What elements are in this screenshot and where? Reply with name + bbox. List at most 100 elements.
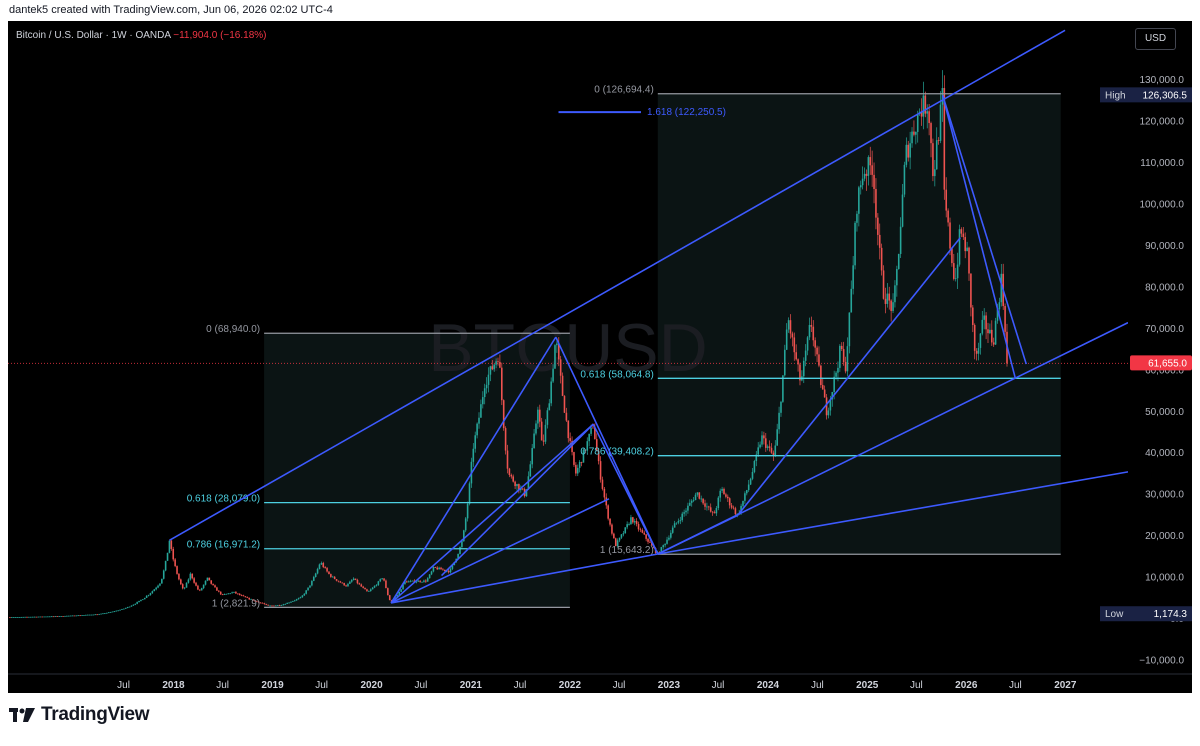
candle-body [111, 611, 114, 613]
candle-body [476, 423, 478, 436]
candle-body [774, 445, 777, 456]
candle-body [953, 263, 955, 279]
candle-body [897, 253, 900, 270]
candle-body [371, 587, 374, 590]
x-tick-label: Jul [315, 680, 328, 691]
candle-body [795, 352, 797, 360]
candle-body [67, 615, 70, 617]
candle-body [934, 169, 936, 177]
candle-body [677, 520, 680, 523]
candle-body [856, 213, 858, 223]
candle-body [18, 617, 21, 618]
candle-body [214, 585, 216, 588]
candle-body [548, 403, 551, 411]
candle-body [850, 288, 853, 313]
candle-body [563, 395, 566, 413]
chart-frame[interactable]: BTCUSD 0 (68,940.0) 0.618 (28,079.0) 0.786 … [8, 21, 1192, 693]
candle-body [939, 104, 942, 141]
y-tick-label: 40,000.0 [1145, 448, 1184, 459]
candle-body [88, 614, 91, 616]
candle-body [888, 293, 891, 301]
price-chart[interactable]: BTCUSD0 (68,940.0)0.618 (28,079.0)0.786 … [8, 21, 1192, 693]
candle-body [419, 580, 421, 582]
y-tick-label: 30,000.0 [1145, 490, 1184, 501]
candle-body [280, 605, 283, 606]
candle-body [69, 615, 72, 617]
candle-body [185, 582, 188, 588]
candle-body [180, 579, 182, 585]
candle-body [692, 500, 695, 501]
candle-body [508, 468, 511, 475]
candle-body [848, 312, 851, 347]
candle-body [960, 229, 963, 234]
candle-body [434, 566, 437, 568]
credit-bar: dantek5 created with TradingView.com, Ju… [0, 0, 1200, 21]
candle-body [670, 532, 672, 538]
candle-body [102, 613, 104, 615]
candle-body [136, 602, 138, 604]
candle-body [22, 616, 24, 618]
tradingview-logo[interactable]: TradingView [9, 704, 150, 726]
candle-body [199, 589, 201, 591]
candle-body [512, 476, 514, 482]
candle-body [73, 615, 76, 617]
candle-body [954, 278, 957, 280]
candle-body [789, 320, 792, 334]
candle-body [442, 569, 444, 571]
candle-body [814, 340, 816, 348]
candle-body [350, 580, 353, 582]
candle-body [178, 573, 180, 580]
candle-body [345, 585, 347, 587]
candle-body [85, 614, 87, 616]
candle-body [639, 529, 642, 531]
candle-body [994, 320, 997, 345]
candle-body [307, 587, 309, 591]
candle-body [681, 513, 684, 521]
candle-body [827, 410, 830, 416]
candle-body [635, 521, 638, 524]
candle-body [29, 616, 32, 618]
candle-body [776, 429, 778, 446]
currency-selector[interactable]: USD [1135, 28, 1176, 50]
candle-body [449, 568, 452, 573]
candle-body [47, 616, 49, 618]
candle-body [559, 359, 562, 376]
candle-body [176, 566, 178, 574]
candle-body [565, 412, 568, 421]
candle-body [544, 424, 547, 442]
candle-body [225, 593, 228, 595]
candle-body [130, 605, 133, 607]
candle-body [145, 595, 148, 598]
candle-body [871, 165, 873, 175]
candle-body [905, 144, 908, 165]
x-tick-label: 2021 [460, 680, 483, 691]
candle-body [48, 616, 51, 618]
candle-body [119, 609, 121, 611]
candle-body [493, 364, 496, 370]
candle-body [499, 361, 501, 368]
candle-body [52, 616, 55, 618]
candle-body [66, 615, 68, 617]
candle-body [835, 372, 837, 377]
fib-level-label-6: 0.618 (58,064.8) [580, 369, 653, 380]
candle-body [981, 319, 984, 334]
candle-body [958, 229, 961, 265]
symbol-legend[interactable]: Bitcoin / U.S. Dollar · 1W · OANDA −11,9… [16, 30, 266, 41]
candle-body [233, 591, 235, 593]
candle-body [649, 541, 651, 543]
candle-body [618, 537, 621, 541]
candle-body [197, 585, 199, 590]
candle-body [696, 492, 699, 495]
candle-body [700, 498, 703, 500]
candle-body [128, 606, 131, 608]
candle-body [495, 361, 497, 365]
candle-body [369, 589, 372, 591]
candle-body [86, 614, 89, 616]
high-tag-label: High [1105, 90, 1126, 101]
candle-body [561, 375, 564, 396]
candle-body [121, 608, 123, 610]
candle-body [728, 498, 731, 506]
candle-body [671, 527, 674, 533]
candle-body [842, 349, 845, 363]
candle-body [839, 345, 841, 368]
